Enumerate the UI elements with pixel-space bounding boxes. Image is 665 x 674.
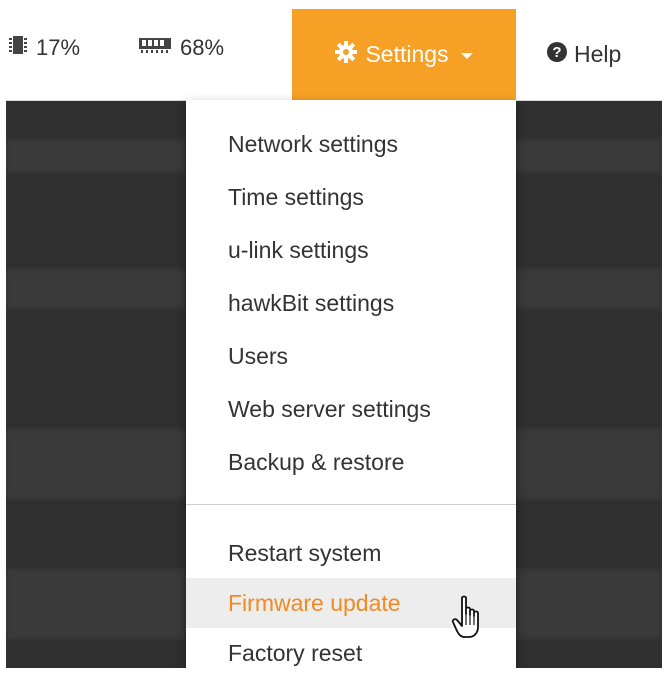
help-label: Help [574,41,622,67]
background-blur-block [6,139,186,173]
background-blur-block [6,269,186,309]
settings-dropdown-menu: Network settings Time settings u-link se… [186,100,516,668]
caret-down-icon [460,52,473,59]
background-blur-block [516,269,662,309]
menu-item-users[interactable]: Users [186,331,516,381]
cpu-chip-icon [8,34,36,62]
menu-item-network-settings[interactable]: Network settings [186,119,516,169]
menu-item-backup-restore[interactable]: Backup & restore [186,437,516,487]
svg-text:?: ? [552,44,561,61]
background-blur-block [6,569,186,639]
memory-usage-value: 68% [180,35,225,60]
background-blur-block [516,429,662,499]
settings-dropdown-button[interactable]: Settings [292,9,516,100]
background-blur-block [516,569,662,639]
question-circle-icon: ? [546,41,568,69]
cpu-usage: 17% [8,33,80,63]
menu-item-restart-system[interactable]: Restart system [186,528,516,578]
memory-usage: 68% [138,33,224,63]
background-blur-block [6,429,186,499]
cpu-usage-value: 17% [36,35,81,60]
menu-divider [186,504,516,505]
menu-item-time-settings[interactable]: Time settings [186,172,516,222]
menu-item-web-server-settings[interactable]: Web server settings [186,384,516,434]
menu-item-u-link-settings[interactable]: u-link settings [186,225,516,275]
memory-module-icon [138,35,180,61]
settings-label: Settings [365,41,449,67]
gear-icon [335,40,358,69]
background-blur-block [516,139,662,173]
app-window: 17% 68% Settings ? Help Network settings… [6,9,662,668]
hand-pointer-icon [451,595,485,646]
menu-item-hawkbit-settings[interactable]: hawkBit settings [186,278,516,328]
top-navbar: 17% 68% Settings ? Help [6,9,662,101]
help-button[interactable]: ? Help [546,9,621,100]
